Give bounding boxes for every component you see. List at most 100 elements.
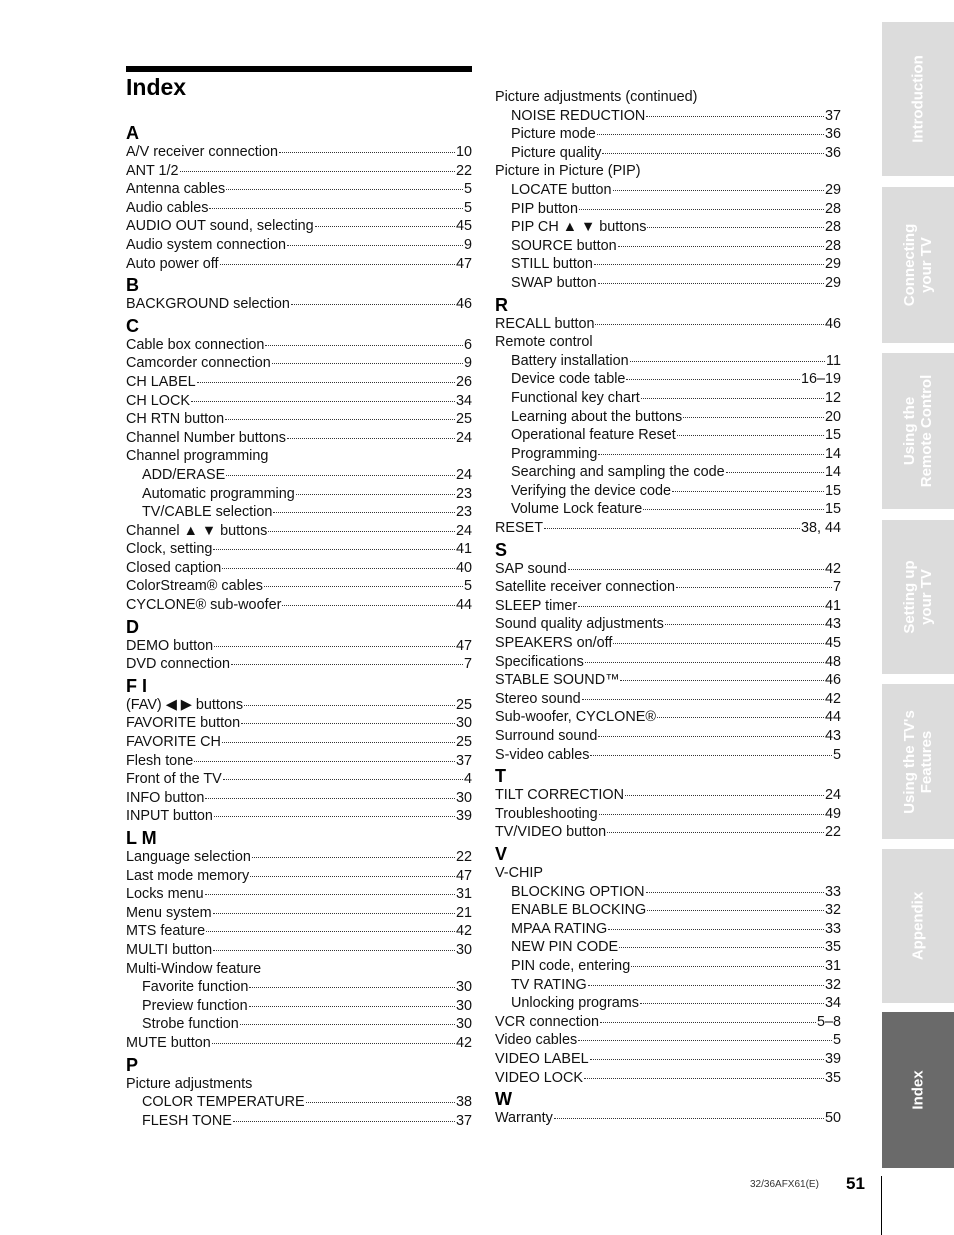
index-entry[interactable]: Locks menu 31: [126, 885, 472, 904]
index-entry[interactable]: Device code table 16–19: [495, 370, 841, 389]
index-entry[interactable]: Closed caption 40: [126, 559, 472, 578]
index-entry[interactable]: Menu system 21: [126, 904, 472, 923]
index-entry[interactable]: Channel ▲ ▼ buttons 24: [126, 522, 472, 541]
tab-using-remote-control[interactable]: Using the Remote Control: [882, 353, 954, 509]
index-entry[interactable]: DVD connection 7: [126, 655, 472, 674]
index-entry[interactable]: PIP CH ▲ ▼ buttons 28: [495, 218, 841, 237]
index-entry[interactable]: Language selection 22: [126, 848, 472, 867]
index-entry[interactable]: Clock, setting 41: [126, 540, 472, 559]
index-entry[interactable]: PIP button 28: [495, 200, 841, 219]
index-entry[interactable]: TV/VIDEO button 22: [495, 823, 841, 842]
tab-introduction[interactable]: Introduction: [882, 22, 954, 176]
index-entry[interactable]: CYCLONE® sub-woofer 44: [126, 596, 472, 615]
index-entry[interactable]: VCR connection 5–8: [495, 1013, 841, 1032]
index-entry[interactable]: VIDEO LOCK 35: [495, 1069, 841, 1088]
index-entry[interactable]: (FAV) ◀ ▶ buttons 25: [126, 696, 472, 715]
index-entry[interactable]: Troubleshooting 49: [495, 805, 841, 824]
index-entry[interactable]: Programming 14: [495, 445, 841, 464]
index-entry[interactable]: INPUT button 39: [126, 807, 472, 826]
index-entry[interactable]: MTS feature 42: [126, 922, 472, 941]
index-entry[interactable]: NOISE REDUCTION 37: [495, 107, 841, 126]
index-entry[interactable]: Stereo sound 42: [495, 690, 841, 709]
index-entry[interactable]: DEMO button 47: [126, 637, 472, 656]
index-entry[interactable]: PIN code, entering 31: [495, 957, 841, 976]
index-entry[interactable]: MPAA RATING 33: [495, 920, 841, 939]
index-entry[interactable]: Audio cables 5: [126, 199, 472, 218]
index-entry[interactable]: SAP sound 42: [495, 560, 841, 579]
index-entry[interactable]: Verifying the device code 15: [495, 482, 841, 501]
index-entry[interactable]: Sub-woofer, CYCLONE® 44: [495, 708, 841, 727]
index-entry[interactable]: ENABLE BLOCKING 32: [495, 901, 841, 920]
index-entry[interactable]: FLESH TONE 37: [126, 1112, 472, 1131]
tab-setting-up-your-tv[interactable]: Setting up your TV: [882, 520, 954, 674]
index-entry[interactable]: RECALL button 46: [495, 315, 841, 334]
index-entry[interactable]: SOURCE button 28: [495, 237, 841, 256]
index-entry[interactable]: ColorStream® cables 5: [126, 577, 472, 596]
index-entry[interactable]: BACKGROUND selection 46: [126, 295, 472, 314]
tab-index[interactable]: Index: [882, 1012, 954, 1168]
tab-using-tv-features[interactable]: Using the TV's Features: [882, 684, 954, 839]
index-entry[interactable]: CH RTN button 25: [126, 410, 472, 429]
index-entry[interactable]: Audio system connection 9: [126, 236, 472, 255]
index-entry[interactable]: CH LOCK 34: [126, 392, 472, 411]
index-entry[interactable]: VIDEO LABEL 39: [495, 1050, 841, 1069]
index-entry[interactable]: Functional key chart 12: [495, 389, 841, 408]
leader-dots: [647, 227, 824, 229]
index-entry[interactable]: TV RATING 32: [495, 976, 841, 995]
index-entry[interactable]: A/V receiver connection 10: [126, 143, 472, 162]
tab-connecting-your-tv[interactable]: Connecting your TV: [882, 187, 954, 343]
index-entry[interactable]: BLOCKING OPTION 33: [495, 883, 841, 902]
index-entry[interactable]: Battery installation 11: [495, 352, 841, 371]
index-entry[interactable]: Volume Lock feature 15: [495, 500, 841, 519]
index-entry[interactable]: Operational feature Reset 15: [495, 426, 841, 445]
index-entry[interactable]: RESET 38, 44: [495, 519, 841, 538]
index-entry[interactable]: Searching and sampling the code 14: [495, 463, 841, 482]
index-entry[interactable]: Surround sound 43: [495, 727, 841, 746]
tab-appendix[interactable]: Appendix: [882, 849, 954, 1003]
entry-label: STABLE SOUND™: [495, 672, 620, 689]
index-entry[interactable]: Flesh tone 37: [126, 752, 472, 771]
index-entry[interactable]: Last mode memory 47: [126, 867, 472, 886]
index-entry[interactable]: AUDIO OUT sound, selecting 45: [126, 217, 472, 236]
index-entry[interactable]: MULTI button 30: [126, 941, 472, 960]
index-entry[interactable]: Camcorder connection 9: [126, 354, 472, 373]
index-entry[interactable]: Specifications 48: [495, 653, 841, 672]
index-entry[interactable]: S-video cables 5: [495, 746, 841, 765]
index-entry[interactable]: TILT CORRECTION 24: [495, 786, 841, 805]
index-entry[interactable]: SLEEP timer 41: [495, 597, 841, 616]
index-entry[interactable]: INFO button 30: [126, 789, 472, 808]
index-entry[interactable]: STABLE SOUND™ 46: [495, 671, 841, 690]
index-entry[interactable]: FAVORITE CH 25: [126, 733, 472, 752]
index-entry[interactable]: Unlocking programs 34: [495, 994, 841, 1013]
index-entry[interactable]: SWAP button 29: [495, 274, 841, 293]
index-entry[interactable]: FAVORITE button 30: [126, 714, 472, 733]
index-entry[interactable]: Learning about the buttons 20: [495, 408, 841, 427]
index-entry[interactable]: Favorite function 30: [126, 978, 472, 997]
index-entry[interactable]: Warranty 50: [495, 1109, 841, 1128]
index-entry[interactable]: COLOR TEMPERATURE 38: [126, 1093, 472, 1112]
index-entry[interactable]: Cable box connection 6: [126, 336, 472, 355]
index-entry[interactable]: Satellite receiver connection 7: [495, 578, 841, 597]
index-entry[interactable]: Picture quality 36: [495, 144, 841, 163]
index-entry[interactable]: Front of the TV 4: [126, 770, 472, 789]
index-entry[interactable]: Antenna cables 5: [126, 180, 472, 199]
index-entry[interactable]: Video cables 5: [495, 1031, 841, 1050]
index-entry[interactable]: Strobe function 30: [126, 1015, 472, 1034]
index-entry[interactable]: MUTE button 42: [126, 1034, 472, 1053]
index-entry[interactable]: Channel Number buttons 24: [126, 429, 472, 448]
index-entry[interactable]: NEW PIN CODE 35: [495, 938, 841, 957]
index-entry[interactable]: ANT 1/2 22: [126, 162, 472, 181]
index-entry[interactable]: Automatic programming 23: [126, 485, 472, 504]
index-entry[interactable]: Picture mode 36: [495, 125, 841, 144]
index-entry[interactable]: Preview function 30: [126, 997, 472, 1016]
leader-dots: [725, 472, 824, 474]
section-letter: B: [126, 275, 139, 296]
index-entry[interactable]: STILL button 29: [495, 255, 841, 274]
index-entry[interactable]: TV/CABLE selection 23: [126, 503, 472, 522]
index-entry[interactable]: CH LABEL 26: [126, 373, 472, 392]
index-entry[interactable]: Auto power off 47: [126, 255, 472, 274]
index-entry[interactable]: SPEAKERS on/off 45: [495, 634, 841, 653]
index-entry[interactable]: LOCATE button 29: [495, 181, 841, 200]
index-entry[interactable]: ADD/ERASE 24: [126, 466, 472, 485]
index-entry[interactable]: Sound quality adjustments 43: [495, 615, 841, 634]
